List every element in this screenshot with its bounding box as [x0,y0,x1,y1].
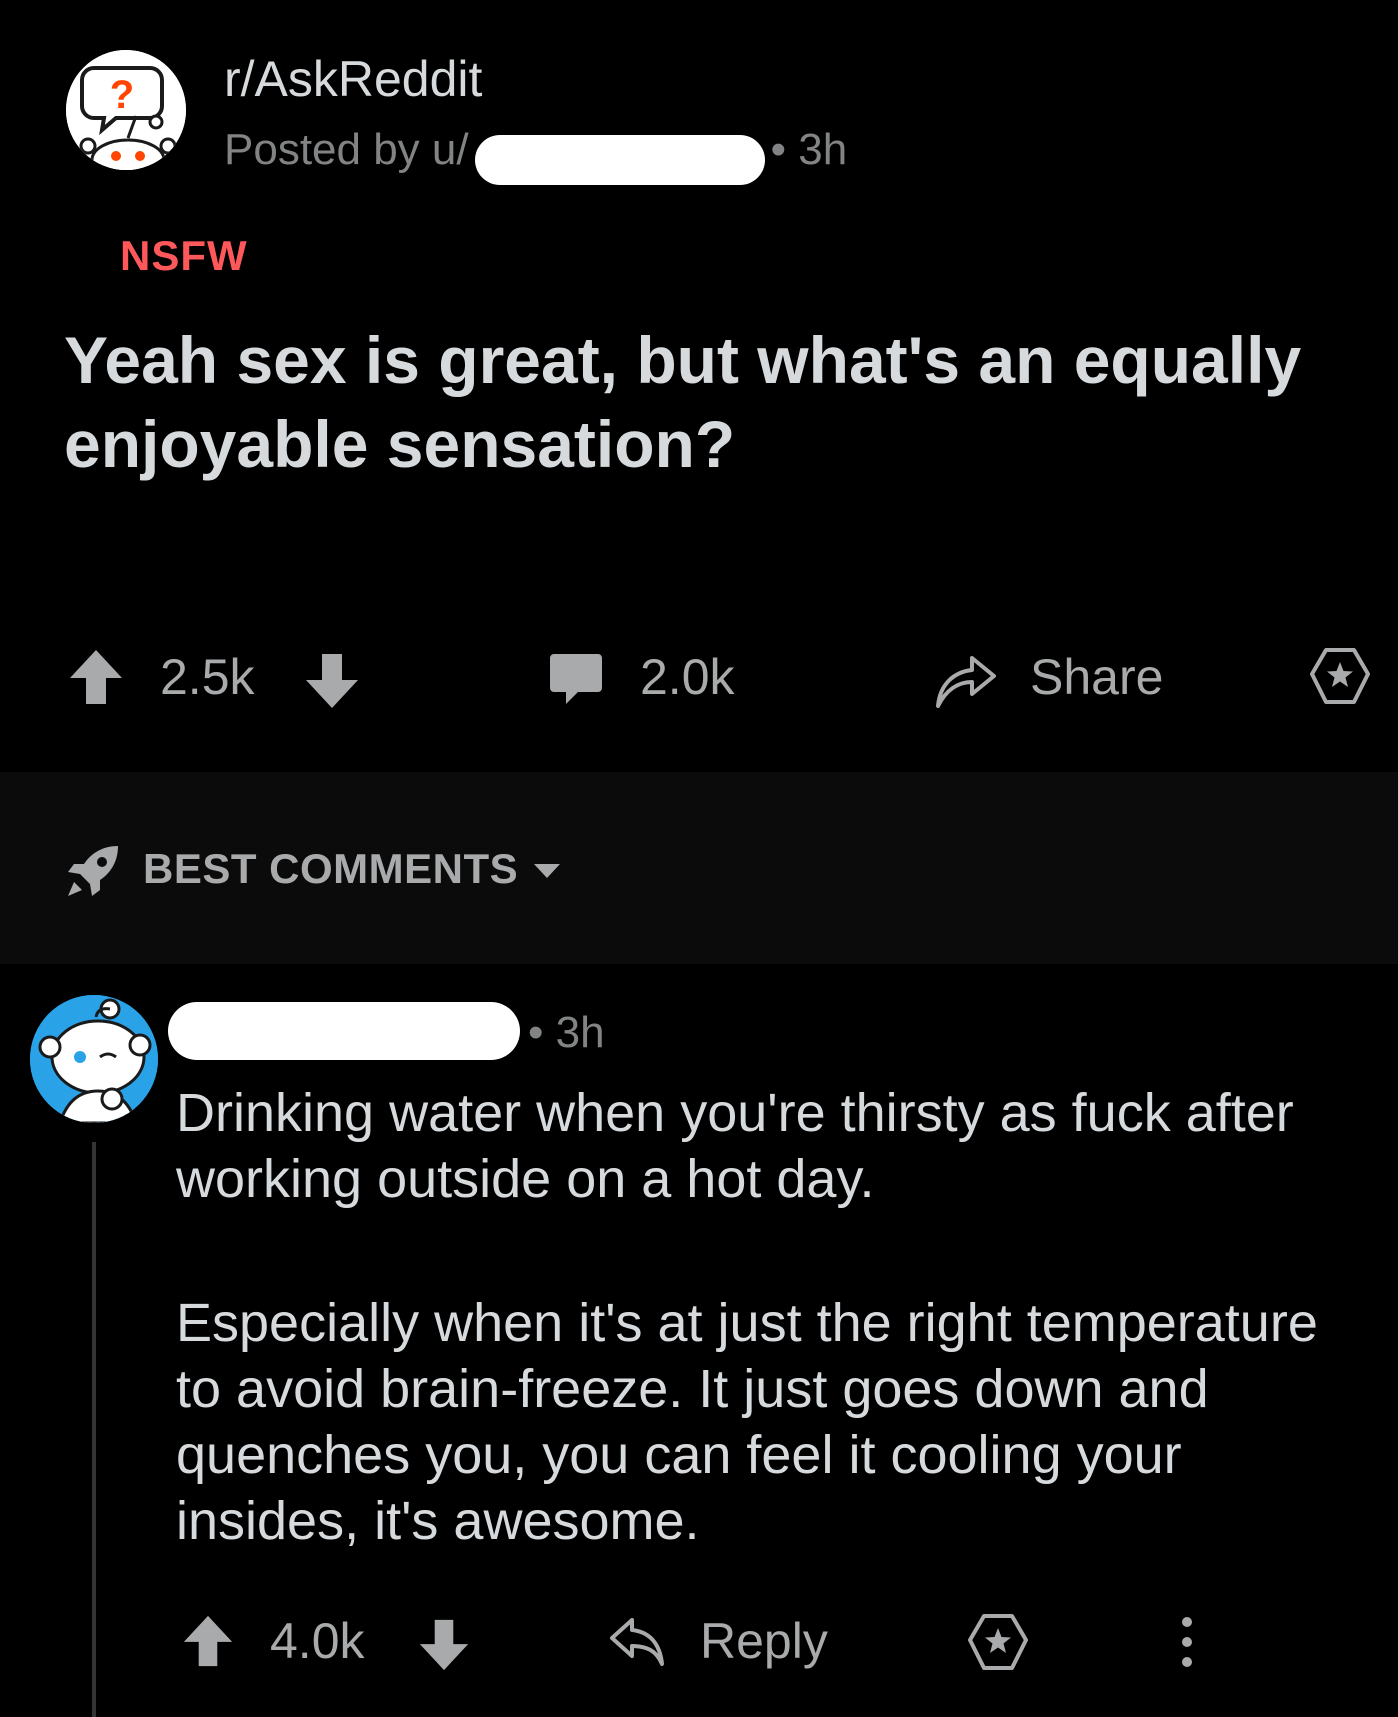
award-icon [968,1614,1028,1670]
upvote-icon [70,650,122,704]
comment-paragraph-1: Drinking water when you're thirsty as fu… [176,1083,1294,1209]
comment-score: 4.0k [270,1613,365,1669]
award-icon [1310,648,1370,704]
posted-by-label[interactable]: Posted by u/ [224,125,469,174]
more-icon [1182,1617,1192,1667]
comment-reply-button[interactable] [608,1616,666,1668]
reply-icon [610,1618,664,1666]
downvote-icon [419,1619,469,1671]
post-title[interactable]: Yeah sex is great, but what's an equally… [64,318,1364,486]
post-downvote-button[interactable] [304,652,360,710]
comment-reply-label[interactable]: Reply [700,1612,828,1670]
post-share-button[interactable] [934,648,996,708]
comment-icon [550,654,602,704]
comment-paragraph-2: Especially when it's at just the right t… [176,1293,1318,1551]
subreddit-name[interactable]: r/AskReddit [224,50,482,108]
post-comments-button[interactable] [548,652,604,706]
comment-age: • 3h [528,1008,605,1057]
comment-downvote-button[interactable] [418,1618,470,1672]
comment-upvote-button[interactable] [182,1614,234,1668]
nsfw-badge: NSFW [120,232,248,279]
post-age: • 3h [770,125,848,174]
thread-line[interactable] [92,1142,96,1717]
post-meta: Posted by u/ • 3h [224,125,848,186]
redacted-username [474,135,765,186]
askreddit-avatar: ? [66,50,186,170]
svg-text:?: ? [110,73,134,117]
post-award-button[interactable] [1310,646,1370,706]
upvote-icon [183,1615,233,1667]
chevron-down-icon[interactable] [532,862,562,885]
post-upvote-button[interactable] [68,648,124,706]
subreddit-avatar[interactable]: ? [66,50,186,170]
snoo-avatar [30,995,158,1123]
post-comment-count: 2.0k [640,649,735,705]
commenter-avatar[interactable] [30,995,158,1123]
sort-label[interactable]: BEST COMMENTS [143,845,518,893]
more-options-button[interactable] [1178,1614,1196,1670]
post-share-label[interactable]: Share [1030,648,1163,706]
comment-award-button[interactable] [968,1612,1028,1672]
downvote-icon [306,654,358,708]
rocket-icon [64,842,122,905]
post-score: 2.5k [160,649,255,705]
share-icon [936,656,996,708]
redacted-commenter-name [168,1002,520,1060]
